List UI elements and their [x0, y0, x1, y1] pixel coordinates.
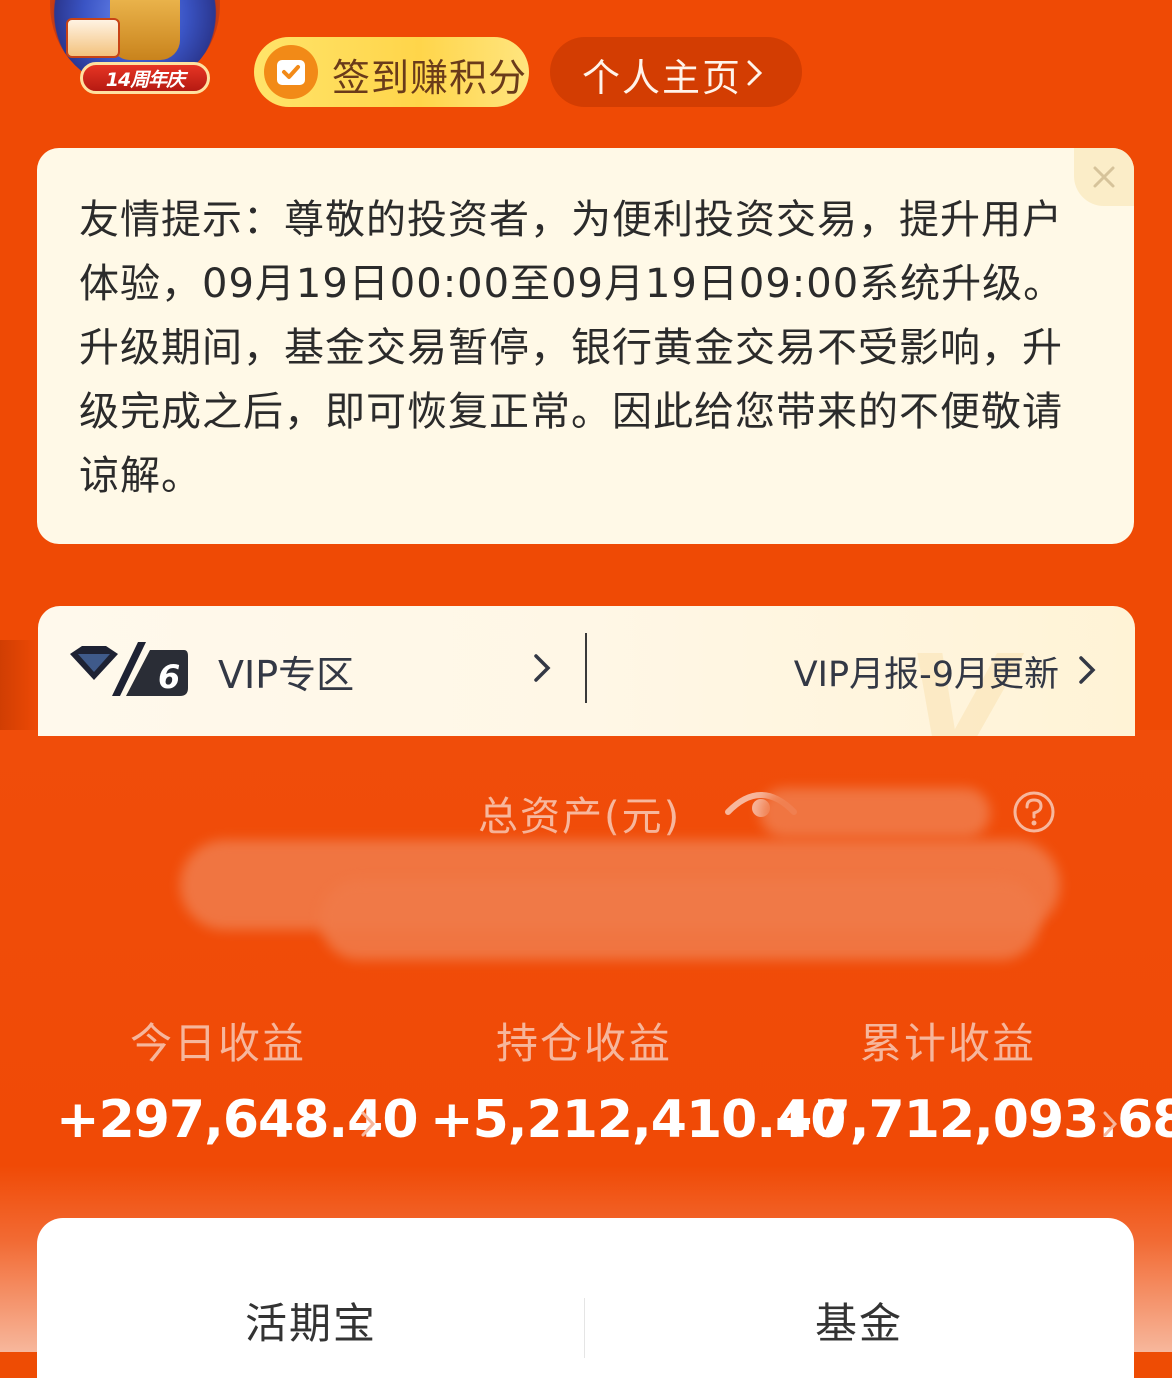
redaction-mark [320, 880, 1040, 960]
avatar[interactable]: 14周年庆 [30, 0, 240, 110]
cake-icon [66, 18, 120, 58]
vip-diamond-badge-icon: 6 [70, 642, 188, 696]
product-card: 活期宝 基金 [37, 1218, 1134, 1378]
chevron-right-icon [1103, 1111, 1118, 1137]
vip-report-link[interactable]: VIP月报-9月更新 [794, 646, 1059, 697]
total-profit-label: 累计收益 [860, 1019, 1037, 1068]
chevron-right-icon [534, 654, 551, 682]
chevron-right-icon [361, 1111, 376, 1137]
calendar-check-icon [264, 45, 318, 99]
tab-huoqibao[interactable]: 活期宝 [245, 1290, 377, 1351]
checkin-label: 签到赚积分 [332, 56, 528, 100]
divider [585, 633, 587, 703]
vip-bar: V 6 VIP专区 VIP月报-9月更新 [38, 606, 1135, 736]
tab-fund[interactable]: 基金 [815, 1290, 903, 1351]
divider [584, 1298, 585, 1358]
close-button[interactable] [1074, 148, 1134, 206]
notice-banner: 友情提示：尊敬的投资者，为便利投资交易，提升用户体验，09月19日00:00至0… [37, 148, 1134, 544]
redaction-mark [760, 788, 990, 838]
chevron-right-icon [747, 60, 763, 86]
profile-button[interactable]: 个人主页 [550, 37, 802, 107]
checkin-button[interactable]: 签到赚积分 [254, 37, 529, 107]
vip-level-text: 6 [158, 658, 180, 696]
total-assets-label: 总资产(元) [478, 794, 682, 840]
chevron-right-icon [1079, 656, 1096, 684]
shadow-decoration [0, 640, 40, 730]
anniversary-badge: 14周年庆 [80, 62, 210, 94]
coin-icon [110, 0, 180, 60]
vip-zone-link[interactable]: VIP专区 [218, 644, 354, 699]
notice-text: 友情提示：尊敬的投资者，为便利投资交易，提升用户体验，09月19日00:00至0… [79, 197, 1065, 499]
help-icon[interactable] [1012, 790, 1056, 834]
close-icon [1093, 166, 1115, 188]
profile-label: 个人主页 [582, 56, 743, 100]
holding-profit-label: 持仓收益 [496, 1019, 673, 1068]
today-profit-label: 今日收益 [130, 1019, 307, 1068]
